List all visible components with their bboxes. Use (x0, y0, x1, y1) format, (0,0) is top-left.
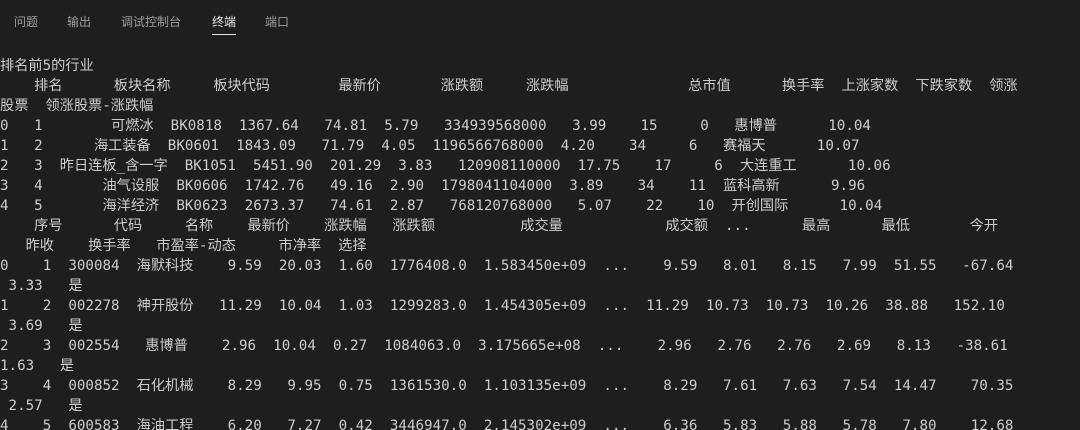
terminal-line: 0 1 可燃冰 BK0818 1367.64 74.81 5.79 334939… (0, 118, 871, 134)
terminal-line: 排名 板块名称 板块代码 最新价 涨跌额 涨跌幅 总市值 换手率 上涨家数 下跌… (0, 78, 1018, 94)
terminal-line: 1 2 002278 神开股份 11.29 10.04 1.03 1299283… (0, 298, 1005, 314)
bottom-panel: 问题 输出 调试控制台 终端 端口 排名前5的行业 排名 板块名称 板块代码 最… (0, 0, 1080, 430)
tab-terminal-label: 终端 (212, 15, 237, 29)
terminal-line: 昨收 换手率 市盈率-动态 市净率 选择 (0, 238, 367, 254)
tab-terminal[interactable]: 终端 (212, 14, 237, 35)
tab-debug-console[interactable]: 调试控制台 (121, 14, 181, 30)
terminal-line: 3.69 是 (0, 318, 83, 334)
terminal-line: 股票 领涨股票-涨跌幅 (0, 98, 154, 114)
terminal-output[interactable]: 排名前5的行业 排名 板块名称 板块代码 最新价 涨跌额 涨跌幅 总市值 换手率… (0, 56, 1080, 430)
terminal-line: 2.57 是 (0, 398, 83, 414)
tab-problems[interactable]: 问题 (14, 14, 38, 30)
panel-tab-bar: 问题 输出 调试控制台 终端 端口 (0, 0, 1080, 40)
tab-ports[interactable]: 端口 (265, 14, 289, 30)
terminal-line: 排名前5的行业 (0, 58, 94, 74)
terminal-line: 2 3 002554 惠博普 2.96 10.04 0.27 1084063.0… (0, 338, 1008, 354)
terminal-line: 3 4 油气设服 BK0606 1742.76 49.16 2.90 17980… (0, 178, 866, 194)
terminal-line: 3.33 是 (0, 278, 83, 294)
terminal-line: 序号 代码 名称 最新价 涨跌幅 涨跌额 成交量 成交额 ... 最高 最低 今… (0, 218, 999, 234)
terminal-line: 1 2 海工装备 BK0601 1843.09 71.79 4.05 11965… (0, 138, 860, 154)
tab-output[interactable]: 输出 (67, 14, 91, 30)
terminal-line: 4 5 海洋经济 BK0623 2673.37 74.61 2.87 76812… (0, 198, 883, 214)
terminal-line: 0 1 300084 海默科技 9.59 20.03 1.60 1776408.… (0, 258, 1014, 274)
terminal-line: 2 3 昨日连板_含一字 BK1051 5451.90 201.29 3.83 … (0, 158, 891, 174)
terminal-line: 1.63 是 (0, 358, 74, 374)
terminal-line: 4 5 600583 海油工程 6.20 7.27 0.42 3446947.0… (0, 418, 1014, 430)
active-tab-indicator (212, 34, 237, 35)
terminal-line: 3 4 000852 石化机械 8.29 9.95 0.75 1361530.0… (0, 378, 1014, 394)
